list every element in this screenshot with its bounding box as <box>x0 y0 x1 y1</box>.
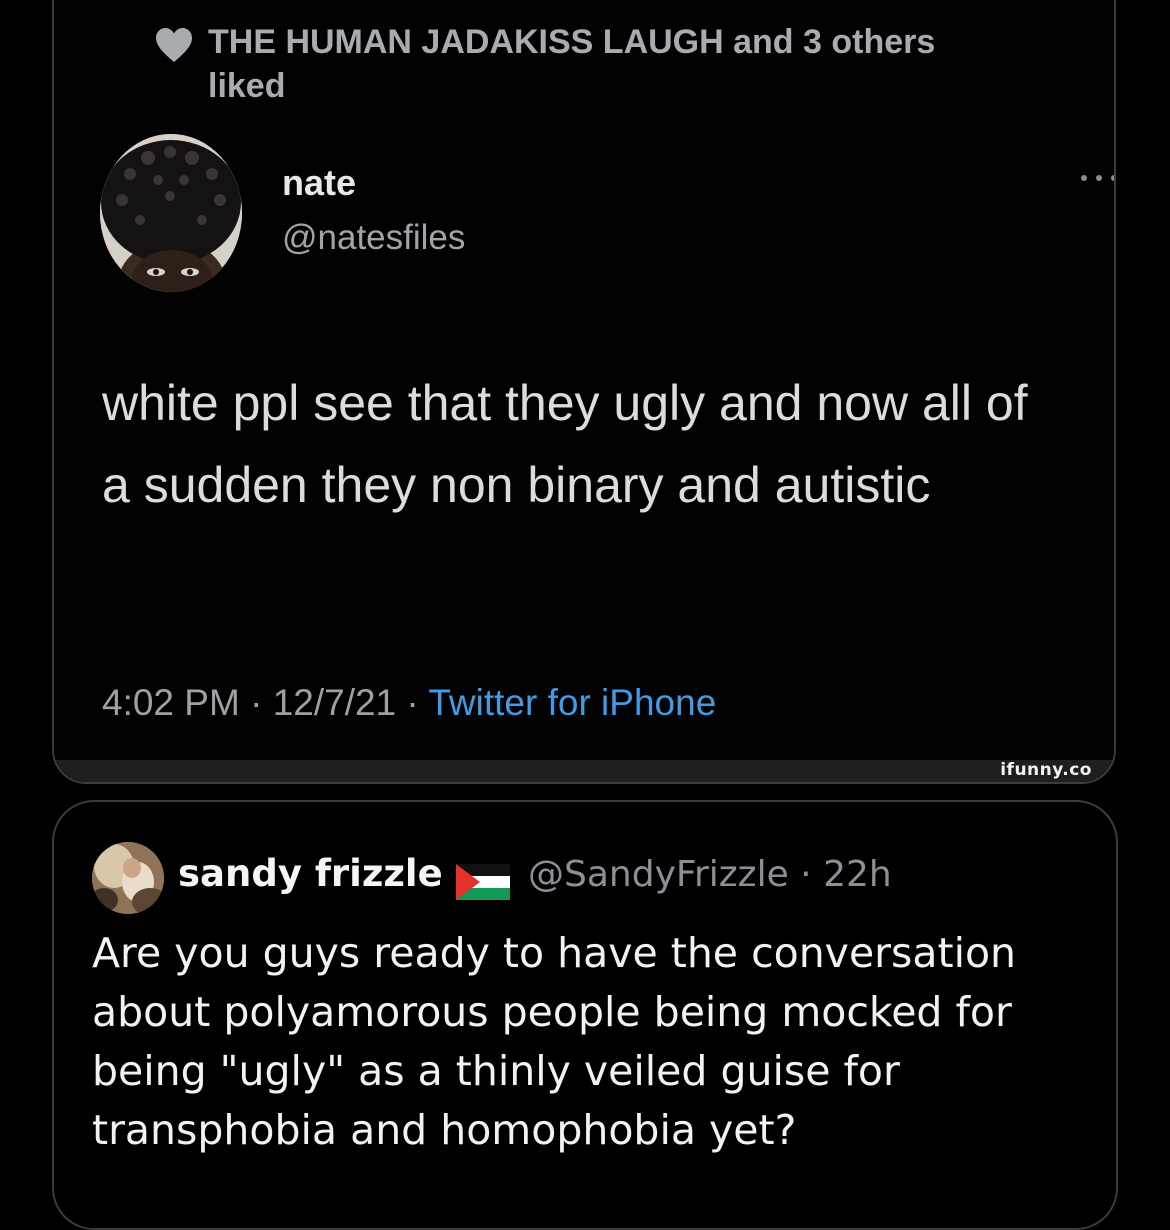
author-name[interactable]: nate <box>282 162 356 204</box>
reply-text: Are you guys ready to have the conversat… <box>92 929 1017 1154</box>
reply-handle-text: @SandyFrizzle <box>528 854 789 895</box>
watermark-bar: ifunny.co <box>54 760 1114 782</box>
social-context: THE HUMAN JADAKISS LAUGH and 3 others li… <box>156 20 968 108</box>
palestine-flag-icon <box>456 864 510 900</box>
meta-separator: · <box>239 682 273 723</box>
avatar[interactable] <box>92 842 164 914</box>
tweet-text: white ppl see that they ugly and now all… <box>102 375 1028 513</box>
ifunny-watermark: ifunny.co <box>1000 760 1092 780</box>
avatar[interactable] <box>100 134 242 292</box>
tweet-meta: 4:02 PM · 12/7/21 · Twitter for iPhone <box>102 682 716 724</box>
heart-icon <box>156 28 192 62</box>
liked-by-text: THE HUMAN JADAKISS LAUGH and 3 others li… <box>208 23 936 105</box>
meta-separator: · <box>788 854 824 895</box>
tweet-source-link[interactable]: Twitter for iPhone <box>428 682 716 723</box>
reply-age: 22h <box>823 854 892 895</box>
reply-author-name[interactable]: sandy frizzle <box>178 852 443 895</box>
tweet-time: 4:02 PM <box>102 682 240 723</box>
reply-tweet-card[interactable]: sandy frizzle @SandyFrizzle · 22h Are yo… <box>52 800 1118 1230</box>
meta-separator: · <box>396 682 429 723</box>
reply-author-handle[interactable]: @SandyFrizzle · 22h <box>528 854 892 895</box>
more-icon[interactable] <box>1074 168 1116 188</box>
tweet-date: 12/7/21 <box>272 682 397 723</box>
quoted-tweet-card[interactable]: THE HUMAN JADAKISS LAUGH and 3 others li… <box>52 0 1116 784</box>
tweet-author: nate @natesfiles <box>100 134 1114 294</box>
author-handle[interactable]: @natesfiles <box>282 218 465 258</box>
